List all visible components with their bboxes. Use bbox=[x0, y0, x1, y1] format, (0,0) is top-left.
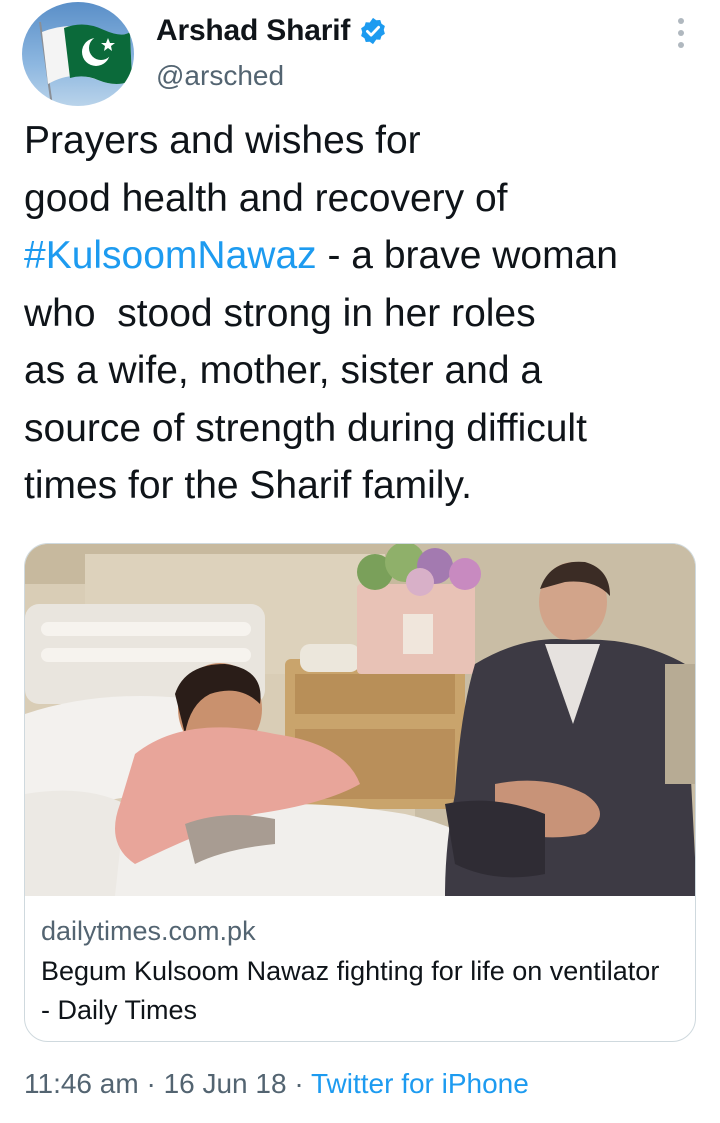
tweet: Arshad Sharif @arsched Prayers and wishe… bbox=[0, 0, 720, 1123]
meta-separator: · bbox=[294, 1068, 304, 1099]
tweet-text-line: good health and recovery of bbox=[24, 176, 508, 220]
tweet-meta: 11:46 am · 16 Jun 18 · Twitter for iPhon… bbox=[24, 1068, 529, 1100]
verified-badge-icon bbox=[361, 17, 385, 45]
author-handle[interactable]: @arsched bbox=[156, 60, 284, 92]
tweet-text-line: source of strength during difficult bbox=[24, 406, 587, 450]
tweet-text-line: #KulsoomNawaz - a brave woman bbox=[24, 227, 714, 285]
tweet-time[interactable]: 11:46 am bbox=[24, 1068, 139, 1099]
card-title[interactable]: Begum Kulsoom Nawaz fighting for life on… bbox=[41, 952, 671, 1030]
tweet-date[interactable]: 16 Jun 18 bbox=[164, 1068, 287, 1099]
tweet-text-line: times for the Sharif family. bbox=[24, 464, 472, 507]
tweet-text: Prayers and wishes for good health and r… bbox=[24, 112, 714, 515]
tweet-text-line: as a wife, mother, sister and a bbox=[24, 349, 543, 392]
link-card[interactable]: dailytimes.com.pk Begum Kulsoom Nawaz fi… bbox=[24, 543, 696, 1042]
pakistan-flag-icon bbox=[39, 21, 132, 106]
avatar[interactable] bbox=[22, 2, 134, 106]
author-name[interactable]: Arshad Sharif bbox=[156, 14, 350, 48]
tweet-source-link[interactable]: Twitter for iPhone bbox=[311, 1068, 529, 1099]
meta-separator: · bbox=[146, 1068, 156, 1099]
tweet-text-line: who stood strong in her roles bbox=[24, 291, 536, 335]
hashtag-link[interactable]: #KulsoomNawaz bbox=[24, 234, 317, 277]
tweet-text-line: Prayers and wishes for bbox=[24, 119, 421, 162]
more-options-icon[interactable] bbox=[672, 18, 690, 48]
tweet-text-fragment: - a brave woman bbox=[316, 234, 618, 277]
card-domain[interactable]: dailytimes.com.pk bbox=[41, 916, 256, 947]
card-image[interactable] bbox=[25, 544, 695, 896]
